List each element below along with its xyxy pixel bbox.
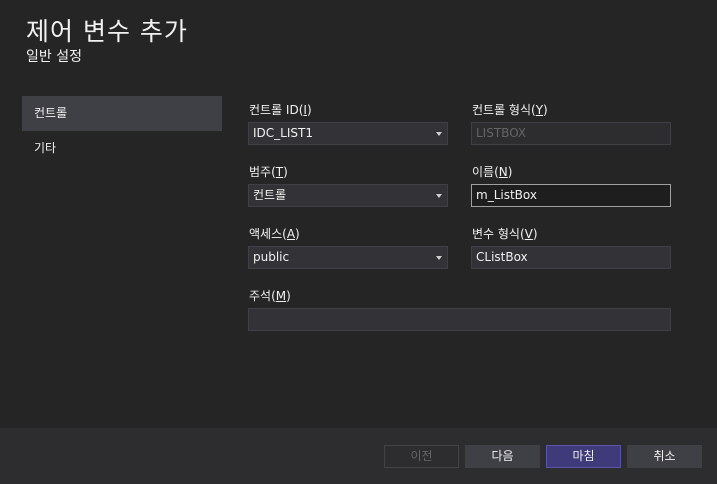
finish-button[interactable]: 마침	[546, 445, 621, 468]
nav-item-label: 기타	[34, 141, 57, 155]
previous-button[interactable]: 이전	[384, 445, 459, 468]
nav-item-label: 컨트롤	[34, 106, 68, 120]
category-label: 범주(T)	[249, 165, 288, 179]
comment-input[interactable]	[248, 308, 671, 331]
nav-item-control[interactable]: 컨트롤	[22, 96, 222, 131]
name-input[interactable]: m_ListBox	[471, 184, 671, 207]
cancel-button[interactable]: 취소	[627, 445, 702, 468]
category-combobox[interactable]: 컨트롤	[248, 184, 448, 207]
access-value: public	[253, 250, 290, 264]
dialog-title: 제어 변수 추가	[26, 17, 188, 46]
variable-type-input[interactable]: CListBox	[471, 246, 671, 269]
chevron-down-icon	[436, 132, 442, 136]
add-control-variable-dialog: 제어 변수 추가 일반 설정 컨트롤 기타 컨트롤 ID(I) IDC_LIST…	[0, 0, 717, 484]
dialog-subtitle: 일반 설정	[26, 49, 82, 65]
access-label: 액세스(A)	[249, 227, 300, 241]
control-type-value: LISTBOX	[476, 126, 527, 140]
control-id-combobox[interactable]: IDC_LIST1	[248, 122, 448, 145]
nav-item-other[interactable]: 기타	[22, 131, 222, 166]
comment-label: 주석(M)	[249, 289, 291, 303]
control-id-label: 컨트롤 ID(I)	[249, 103, 312, 117]
variable-type-label: 변수 형식(V)	[472, 227, 538, 241]
control-id-value: IDC_LIST1	[253, 126, 313, 140]
variable-type-value: CListBox	[476, 250, 528, 264]
control-type-label: 컨트롤 형식(Y)	[472, 103, 548, 117]
category-value: 컨트롤	[253, 188, 287, 202]
control-type-field: LISTBOX	[471, 122, 671, 145]
chevron-down-icon	[436, 256, 442, 260]
chevron-down-icon	[436, 194, 442, 198]
category-nav: 컨트롤 기타	[22, 96, 222, 166]
access-combobox[interactable]: public	[248, 246, 448, 269]
next-button[interactable]: 다음	[465, 445, 540, 468]
name-label: 이름(N)	[472, 165, 513, 179]
name-value: m_ListBox	[476, 188, 537, 202]
dialog-footer: 이전 다음 마침 취소	[0, 428, 717, 484]
